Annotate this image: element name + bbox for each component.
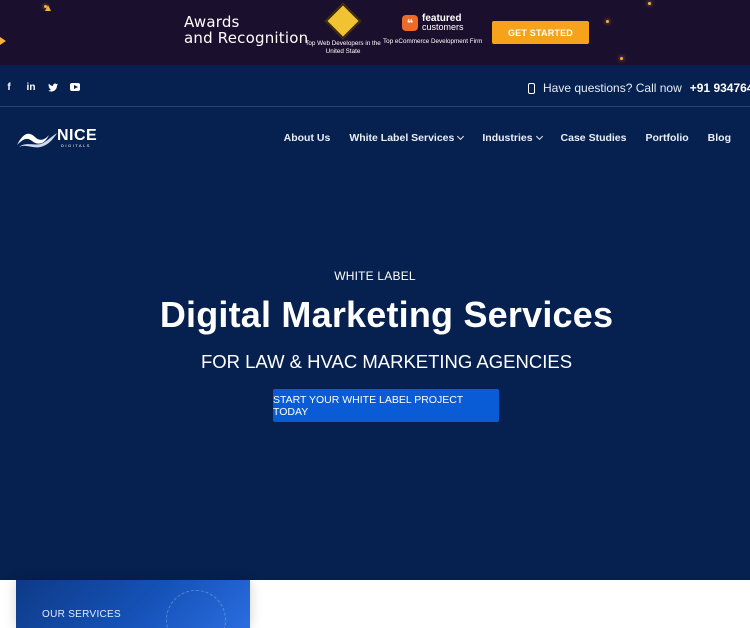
nav-item-industries[interactable]: Industries [482,132,543,144]
chevron-down-icon [535,132,543,141]
phone-prefix: Have questions? Call now [543,81,682,95]
nav-item-about-us[interactable]: About Us [284,132,331,144]
phone-icon [528,82,535,94]
top-contact-bar: f in Have questions? Call now +91 934764… [0,65,750,107]
services-label: OUR SERVICES [42,609,121,620]
services-card: OUR SERVICES [16,580,250,628]
social-links: f in [4,81,80,93]
hero-eyebrow: WHITE LABEL [334,269,416,283]
start-project-button[interactable]: START YOUR WHITE LABEL PROJECT TODAY [273,389,499,422]
nav-item-portfolio[interactable]: Portfolio [646,132,689,144]
nav-item-white-label-services[interactable]: White Label Services [349,132,465,144]
award-badge-icon [324,2,362,40]
logo-wave-icon [17,133,57,148]
awards-title: Awards and Recognition [184,13,309,47]
hero-headline: Digital Marketing Services [159,294,614,335]
quote-icon: ❝ [402,15,418,31]
featured-customers-badge: ❝ featured customers Top eCommerce Devel… [383,14,487,46]
facebook-icon[interactable]: f [4,81,14,93]
nav-item-case-studies[interactable]: Case Studies [561,132,627,144]
twitter-icon[interactable] [48,81,58,93]
customers-label: customers [422,22,464,32]
hero-subheadline: FOR LAW & HVAC MARKETING AGENCIES [200,351,573,372]
chevron-down-icon [457,132,465,141]
youtube-icon[interactable] [70,81,80,93]
phone-number[interactable]: +91 93476442 [690,81,750,95]
nav-item-blog[interactable]: Blog [708,132,731,144]
awards-banner: Awards and Recognition Top Web Developer… [0,0,750,65]
badge-caption: Top eCommerce Development Firm [383,38,483,45]
top-web-developers-badge: Top Web Developers in the United State [304,2,382,56]
logo-subtext: DIGITALS [61,143,91,148]
main-navigation: NICE DIGITALS About Us White Label Servi… [0,107,750,167]
nice-digitals-logo[interactable]: NICE DIGITALS [17,125,107,151]
badge-caption: Top Web Developers in the United State [305,40,381,55]
contact-phone[interactable]: Have questions? Call now +91 93476442 [528,81,750,95]
hero-section: f in Have questions? Call now +91 934764… [0,65,750,580]
linkedin-icon[interactable]: in [26,81,36,93]
get-started-button[interactable]: GET STARTED [492,21,589,44]
nav-menu: About Us White Label Services Industries… [284,132,731,144]
